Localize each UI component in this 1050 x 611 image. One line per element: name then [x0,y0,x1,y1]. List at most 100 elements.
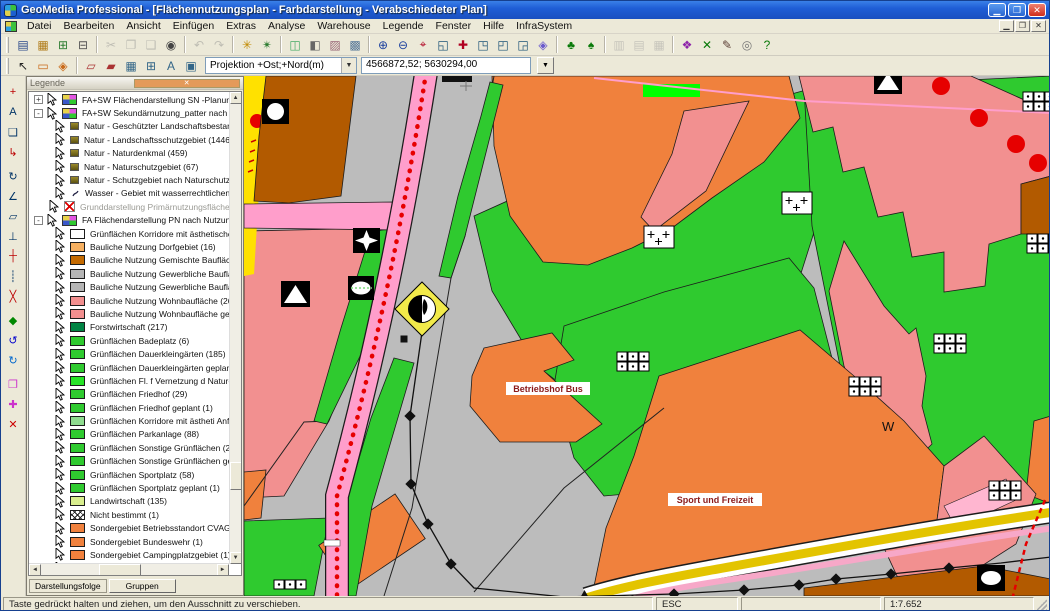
legend-title-bar[interactable]: Legende ✕ [27,77,243,90]
redraw-view-button[interactable]: ↺ [3,330,23,350]
legend-item[interactable]: Natur - Naturdenkmal (459) [29,147,229,160]
map-canvas[interactable]: Betriebshof Bus Sport und Freizeit W [244,76,1049,596]
print-button[interactable]: ⊟ [73,35,93,54]
zoom-out-button[interactable]: ⊖ [393,35,413,54]
legend-item[interactable]: -FA Flächendarstellung PN nach Nutzungsa… [29,214,229,227]
extend-trim-button[interactable]: ┼ [3,246,23,266]
insert-legend-entry-button[interactable]: ♣ [561,35,581,54]
delete-feature-button[interactable]: ✕ [3,414,23,434]
map-window-button[interactable]: ◳ [473,35,493,54]
attribute-query-button[interactable]: ◫ [285,35,305,54]
copy-parallel-button[interactable]: ❐ [3,374,23,394]
select-by-fence-button[interactable]: ◈ [533,35,553,54]
scroll-up-icon[interactable]: ▲ [230,92,242,104]
legend-item[interactable]: Sondergebiet Bundeswehr (1) [29,535,229,548]
toolbar-grip[interactable] [6,37,9,53]
legend-item[interactable]: Grünflächen Sportplatz geplant (1) [29,481,229,494]
open-geoworkspace-button[interactable]: ▦ [33,35,53,54]
break-line-button[interactable]: ╳ [3,286,23,306]
menu-bearbeiten[interactable]: Bearbeiten [58,19,121,33]
update-attributes-button[interactable]: ▦ [121,56,141,75]
redo-button[interactable]: ↷ [209,35,229,54]
select-tool-button[interactable]: ↖ [13,56,33,75]
menu-warehouse[interactable]: Warehouse [311,19,376,33]
legend-item[interactable]: Landwirtschaft (135) [29,495,229,508]
pick-tool-button[interactable]: ◎ [737,35,757,54]
toolbar-grip[interactable] [6,58,9,74]
feature-categories-button[interactable]: ❖ [677,35,697,54]
coordinate-input[interactable]: 4566872,52; 5630294,00 [361,57,531,74]
legend-item[interactable]: Grünflächen Sportplatz (58) [29,468,229,481]
capture-image-button[interactable]: ◉ [161,35,181,54]
legend-item[interactable]: Natur - Naturschutzgebiet (67) [29,160,229,173]
pan-view-button[interactable]: ✚ [453,35,473,54]
menu-datei[interactable]: Datei [21,19,58,33]
legend-close-icon[interactable]: ✕ [134,79,240,88]
legend-item[interactable]: Natur - Geschützter Landschaftsbestand (… [29,120,229,133]
clear-queue-button[interactable]: ✕ [697,35,717,54]
insert-image-button[interactable]: ▣ [181,56,201,75]
smartsnap-button[interactable]: ✴ [257,35,277,54]
legend-item[interactable]: Bauliche Nutzung Wohnbaufläche geplant (… [29,307,229,320]
legend-item[interactable]: Grünflächen Sonstige Grünflächen (233) [29,441,229,454]
insert-feature-button[interactable]: ▱ [81,56,101,75]
legend-item[interactable]: Grünflächen Parkanlage (88) [29,428,229,441]
menu-hilfe[interactable]: Hilfe [477,19,510,33]
paste-button[interactable]: ❑ [141,35,161,54]
scroll-down-icon[interactable]: ▼ [230,552,242,564]
mdi-restore-button[interactable]: ❐ [1015,20,1030,32]
tab-darstellungsfolge[interactable]: Darstellungsfolge [29,579,107,593]
rotate-feature-button[interactable]: ↻ [3,166,23,186]
layout-frames-button[interactable]: ▤ [629,35,649,54]
refresh-view-button[interactable]: ↻ [3,350,23,370]
legend-item[interactable]: Grünflächen Korridore mit ästhetischen A… [29,227,229,240]
legend-item[interactable]: Bauliche Nutzung Wohnbaufläche (263) [29,294,229,307]
menu-analyse[interactable]: Analyse [262,19,311,33]
snap-point-button[interactable]: ┊ [3,266,23,286]
legend-item[interactable]: Grünflächen Dauerkleingärten (185) [29,347,229,360]
join-query-button[interactable]: ◧ [305,35,325,54]
legend-item[interactable]: Nicht bestimmt (1) [29,508,229,521]
edit-geometry-button[interactable]: ◈ [53,56,73,75]
tree-expander-icon[interactable]: - [34,109,43,118]
insert-leader-button[interactable]: ↳ [3,142,23,162]
queued-edit-button[interactable]: ✳ [237,35,257,54]
measure-angle-button[interactable]: ∠ [3,186,23,206]
tree-expander-icon[interactable]: - [34,216,43,225]
menu-extras[interactable]: Extras [220,19,262,33]
select-graphics-button[interactable]: ▭ [33,56,53,75]
legend-item[interactable]: Forstwirtschaft (217) [29,321,229,334]
cut-button[interactable]: ✂ [101,35,121,54]
fit-view-button[interactable]: ◱ [433,35,453,54]
mdi-minimize-button[interactable]: ▁ [999,20,1014,32]
legend-item[interactable]: Sondergebiet Campingplatzgebiet (1) [29,548,229,561]
insert-interactive-button[interactable]: ⊞ [141,56,161,75]
legend-item[interactable]: Grünflächen Badeplatz (6) [29,334,229,347]
scroll-right-icon[interactable]: ► [217,564,229,576]
legend-item[interactable]: Grünflächen Friedhof geplant (1) [29,401,229,414]
coordinate-dropdown-button[interactable]: ▼ [537,57,554,74]
projection-combobox[interactable]: Projektion +Ost;+Nord(m) ▼ [205,57,357,74]
legend-item[interactable]: Grünflächen Friedhof (29) [29,388,229,401]
legend-item[interactable]: Bauliche Nutzung Gemischte Baufläche (18 [29,254,229,267]
menu-ansicht[interactable]: Ansicht [120,19,166,33]
insert-polygon-button[interactable]: ▱ [3,206,23,226]
legend-item[interactable]: Bauliche Nutzung Gewerbliche Baufläche g… [29,280,229,293]
menu-legende[interactable]: Legende [377,19,430,33]
horizontal-scro​ll-thumb[interactable] [99,564,141,576]
spatial-query-button[interactable]: ▨ [325,35,345,54]
legend-item[interactable]: Grünflächen Korridore mit ästheti Anford… [29,414,229,427]
vertical-scroll-thumb[interactable] [230,462,242,490]
move-feature-button[interactable]: ✚ [3,394,23,414]
undo-button[interactable]: ↶ [189,35,209,54]
legend-item[interactable]: Grunddarstellung Primärnutzungsflächen [29,200,229,213]
tree-expander-icon[interactable]: + [34,95,43,104]
map-view[interactable]: Betriebshof Bus Sport und Freizeit W [244,76,1049,596]
resize-grip[interactable] [1037,597,1047,611]
legend-item[interactable]: Natur - Landschaftsschutzgebiet (1446) [29,133,229,146]
legend-item[interactable]: Bauliche Nutzung Dorfgebiet (16) [29,240,229,253]
legend-item[interactable]: Grünflächen Fl. f Vernetzung d Natur-u L… [29,374,229,387]
legend-item[interactable]: Wasser - Gebiet mit wasserrechtlichen Fe… [29,187,229,200]
warehouse-connections-button[interactable]: ⊞ [53,35,73,54]
legend-item[interactable]: Sondergebiet Betriebsstandort CVAG gepla… [29,522,229,535]
